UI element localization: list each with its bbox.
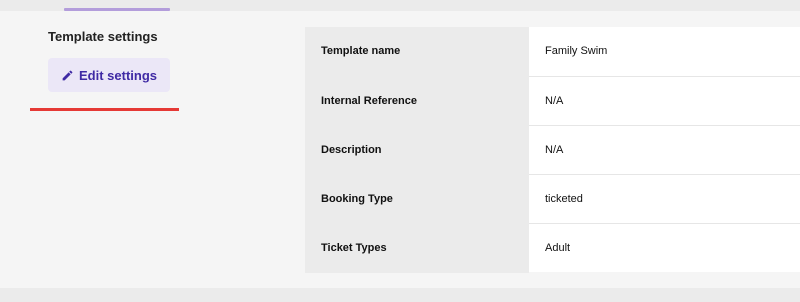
edit-settings-label: Edit settings xyxy=(78,67,157,83)
row-value: ticketed xyxy=(529,174,800,224)
table-row: Ticket Types Adult xyxy=(305,223,800,273)
row-value: Family Swim xyxy=(529,27,800,77)
row-label: Ticket Types xyxy=(305,223,529,273)
highlight-underline xyxy=(30,108,179,111)
row-label: Booking Type xyxy=(305,174,529,224)
row-value: N/A xyxy=(529,125,800,175)
template-details-table: Template name Family Swim Internal Refer… xyxy=(305,27,800,273)
template-settings-panel: Template settings Edit settings Template… xyxy=(0,11,800,288)
table-row: Template name Family Swim xyxy=(305,27,800,77)
row-label: Template name xyxy=(305,27,529,77)
row-value: Adult xyxy=(529,223,800,272)
top-tab-bar xyxy=(0,0,800,11)
table-row: Internal Reference N/A xyxy=(305,76,800,126)
section-title: Template settings xyxy=(48,29,158,44)
edit-settings-button[interactable]: Edit settings xyxy=(48,58,170,92)
pencil-icon xyxy=(61,69,74,82)
table-row: Description N/A xyxy=(305,125,800,175)
table-row: Booking Type ticketed xyxy=(305,174,800,224)
row-label: Description xyxy=(305,125,529,175)
row-value: N/A xyxy=(529,76,800,126)
row-label: Internal Reference xyxy=(305,76,529,126)
